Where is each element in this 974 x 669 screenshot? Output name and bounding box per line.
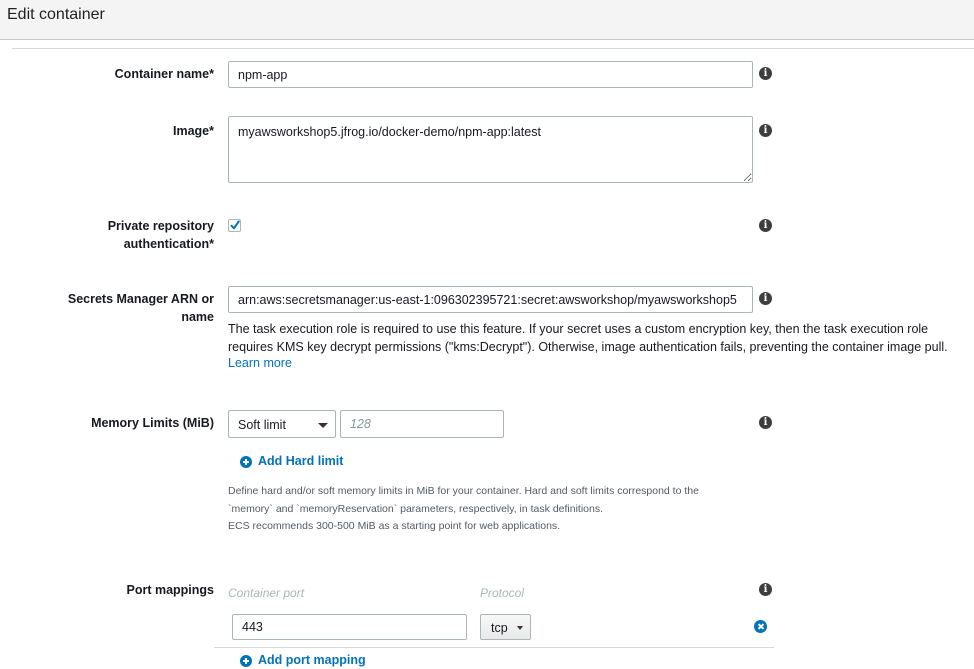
info-icon[interactable]: i: [759, 219, 772, 232]
memory-help-line1: Define hard and/or soft memory limits in…: [228, 485, 699, 497]
private-repo-auth-label-line2: authentication*: [123, 237, 214, 251]
memory-limit-type-value: Soft limit: [238, 418, 286, 432]
info-icon[interactable]: i: [759, 583, 772, 596]
page-title: Edit container: [7, 6, 105, 23]
protocol-value: tcp: [491, 621, 508, 635]
caret-down-icon: [517, 626, 523, 630]
memory-help-line3: ECS recommends 300-500 MiB as a starting…: [228, 520, 561, 532]
secrets-help-text: The task execution role is required to u…: [228, 322, 948, 354]
info-icon[interactable]: i: [759, 124, 772, 137]
memory-limits-label: Memory Limits (MiB): [91, 416, 214, 430]
container-port-input[interactable]: [232, 614, 467, 640]
port-mappings-label: Port mappings: [126, 583, 214, 597]
private-repo-auth-label-line1: Private repository: [107, 219, 214, 233]
checkmark-icon: [230, 220, 240, 230]
memory-limit-type-select[interactable]: Soft limit: [228, 410, 336, 438]
protocol-column-header: Protocol: [480, 586, 525, 600]
memory-limit-input[interactable]: [340, 410, 504, 438]
remove-circle-icon[interactable]: [754, 620, 767, 633]
port-mapping-divider: [214, 647, 774, 648]
private-repo-auth-checkbox[interactable]: [228, 219, 241, 232]
section-divider: [12, 48, 974, 49]
memory-help-text: Define hard and/or soft memory limits in…: [228, 483, 788, 536]
caret-down-icon: [318, 423, 328, 428]
page-header: Edit container: [0, 0, 974, 40]
container-name-label: Container name*: [114, 67, 214, 81]
info-icon[interactable]: i: [759, 416, 772, 429]
memory-help-line2: `memory` and `memoryReservation` paramet…: [228, 502, 604, 515]
private-repo-auth-label: Private repository authentication*: [108, 217, 214, 253]
secrets-manager-label-line1: Secrets Manager ARN or: [67, 292, 214, 306]
learn-more-link[interactable]: Learn more: [228, 356, 292, 370]
plus-circle-icon[interactable]: [240, 456, 252, 468]
secrets-manager-label-line2: name: [181, 310, 214, 324]
image-textarea[interactable]: myawsworkshop5.jfrog.io/docker-demo/npm-…: [228, 116, 753, 183]
image-label: Image*: [173, 124, 214, 138]
add-hard-limit-link[interactable]: Add Hard limit: [258, 454, 343, 468]
container-name-input[interactable]: [228, 61, 753, 88]
info-icon[interactable]: i: [759, 67, 772, 80]
edit-container-page: Edit container Container name* i Image* …: [0, 0, 974, 669]
info-icon[interactable]: i: [759, 292, 772, 305]
protocol-dropdown[interactable]: tcp: [480, 614, 531, 640]
add-port-mapping-link[interactable]: Add port mapping: [258, 653, 366, 667]
secrets-manager-label: Secrets Manager ARN or name: [68, 290, 214, 326]
plus-circle-icon[interactable]: [240, 655, 252, 667]
container-port-column-header: Container port: [228, 586, 305, 600]
secrets-manager-arn-input[interactable]: [228, 286, 753, 313]
